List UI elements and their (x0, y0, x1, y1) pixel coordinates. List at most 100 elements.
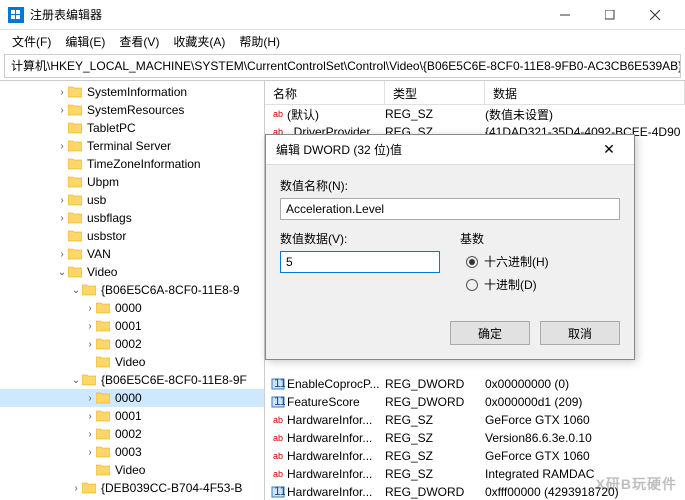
expand-icon[interactable] (84, 411, 96, 422)
cancel-button[interactable]: 取消 (540, 321, 620, 345)
tree-item[interactable]: 0003 (0, 443, 264, 461)
value-type-icon: 110 (269, 485, 287, 499)
tree-item[interactable]: 0002 (0, 425, 264, 443)
tree-label: Terminal Server (87, 139, 171, 153)
value-name: HardwareInfor... (287, 413, 385, 427)
list-row[interactable]: abHardwareInfor...REG_SZVersion86.6.3e.0… (265, 429, 685, 447)
expand-icon[interactable] (56, 249, 68, 260)
tree-label: usbstor (87, 229, 126, 243)
app-icon (8, 7, 24, 23)
tree-item[interactable]: Terminal Server (0, 137, 264, 155)
tree-item[interactable]: {B06E5C6E-8CF0-11E8-9F (0, 371, 264, 389)
folder-icon (68, 139, 84, 153)
tree-item[interactable]: TimeZoneInformation (0, 155, 264, 173)
expand-icon[interactable] (84, 393, 96, 404)
expand-icon[interactable] (84, 447, 96, 458)
tree-item[interactable]: Ubpm (0, 173, 264, 191)
watermark: X研B玩硬件 (596, 474, 677, 494)
value-type: REG_DWORD (385, 485, 485, 499)
tree-item[interactable]: TabletPC (0, 119, 264, 137)
tree-item[interactable]: 0001 (0, 407, 264, 425)
folder-icon (96, 301, 112, 315)
folder-icon (96, 337, 112, 351)
tree-label: {B06E5C6E-8CF0-11E8-9F (101, 373, 247, 387)
value-data-field[interactable] (280, 251, 440, 273)
tree-item[interactable]: 0000 (0, 299, 264, 317)
value-name: (默认) (287, 106, 385, 123)
tree-item[interactable]: 0000 (0, 389, 264, 407)
tree-item[interactable]: usbstor (0, 227, 264, 245)
tree-item[interactable]: Video (0, 353, 264, 371)
value-type-icon: ab (269, 415, 287, 425)
radio-dec[interactable]: 十进制(D) (460, 276, 620, 293)
ok-button[interactable]: 确定 (450, 321, 530, 345)
expand-icon[interactable] (56, 87, 68, 98)
dialog-title: 编辑 DWORD (32 位)值 (276, 141, 594, 158)
expand-icon[interactable] (84, 429, 96, 440)
menu-edit[interactable]: 编辑(E) (59, 31, 111, 52)
folder-icon (68, 265, 84, 279)
folder-icon (96, 319, 112, 333)
folder-icon (68, 85, 84, 99)
maximize-button[interactable] (587, 0, 632, 30)
minimize-button[interactable] (542, 0, 587, 30)
expand-icon[interactable] (84, 303, 96, 314)
address-bar[interactable]: 计算机\HKEY_LOCAL_MACHINE\SYSTEM\CurrentCon… (4, 54, 681, 78)
tree-item[interactable]: 0001 (0, 317, 264, 335)
expand-icon[interactable] (56, 267, 68, 278)
tree-item[interactable]: SystemResources (0, 101, 264, 119)
tree-item[interactable]: Video (0, 461, 264, 479)
dialog-close-button[interactable]: ✕ (594, 141, 624, 158)
tree-item[interactable]: VAN (0, 245, 264, 263)
tree-item[interactable]: Video (0, 263, 264, 281)
tree-label: {DEB039CC-B704-4F53-B (101, 481, 242, 495)
list-row[interactable]: 110FeatureScoreREG_DWORD0x000000d1 (209) (265, 393, 685, 411)
col-header-name[interactable]: 名称 (265, 81, 385, 104)
value-type: REG_SZ (385, 449, 485, 463)
list-row[interactable]: 110EnableCoprocP...REG_DWORD0x00000000 (… (265, 375, 685, 393)
radio-hex[interactable]: 十六进制(H) (460, 253, 620, 270)
col-header-data[interactable]: 数据 (485, 81, 685, 104)
tree-label: Video (87, 265, 117, 279)
list-row[interactable]: abHardwareInfor...REG_SZGeForce GTX 1060 (265, 411, 685, 429)
folder-icon (68, 229, 84, 243)
base-label: 基数 (460, 230, 620, 247)
menu-help[interactable]: 帮助(H) (233, 31, 286, 52)
list-row[interactable]: ab(默认)REG_SZ(数值未设置) (265, 105, 685, 123)
expand-icon[interactable] (70, 375, 82, 386)
folder-icon (68, 157, 84, 171)
folder-icon (82, 481, 98, 495)
menu-file[interactable]: 文件(F) (6, 31, 57, 52)
value-name-field[interactable] (280, 198, 620, 220)
tree-item[interactable]: usb (0, 191, 264, 209)
tree-item[interactable]: {B06E5C6A-8CF0-11E8-9 (0, 281, 264, 299)
value-name-label: 数值名称(N): (280, 177, 620, 194)
tree-label: Video (115, 463, 145, 477)
tree-pane[interactable]: SystemInformationSystemResourcesTabletPC… (0, 81, 265, 500)
radio-hex-label: 十六进制(H) (484, 253, 549, 270)
tree-label: usbflags (87, 211, 132, 225)
tree-item[interactable]: 0002 (0, 335, 264, 353)
value-data: (数值未设置) (485, 106, 685, 123)
col-header-type[interactable]: 类型 (385, 81, 485, 104)
window-title: 注册表编辑器 (30, 6, 542, 23)
value-name: HardwareInfor... (287, 485, 385, 499)
expand-icon[interactable] (56, 195, 68, 206)
tree-item[interactable]: SystemInformation (0, 83, 264, 101)
expand-icon[interactable] (84, 321, 96, 332)
menu-favorites[interactable]: 收藏夹(A) (167, 31, 231, 52)
expand-icon[interactable] (70, 483, 82, 494)
close-button[interactable] (632, 0, 677, 30)
menu-view[interactable]: 查看(V) (113, 31, 165, 52)
folder-icon (96, 391, 112, 405)
expand-icon[interactable] (56, 105, 68, 116)
expand-icon[interactable] (56, 141, 68, 152)
value-data: GeForce GTX 1060 (485, 449, 685, 463)
expand-icon[interactable] (84, 339, 96, 350)
list-row[interactable]: abHardwareInfor...REG_SZGeForce GTX 1060 (265, 447, 685, 465)
value-type-icon: ab (269, 451, 287, 461)
tree-item[interactable]: {DEB039CC-B704-4F53-B (0, 479, 264, 497)
expand-icon[interactable] (56, 213, 68, 224)
expand-icon[interactable] (70, 285, 82, 296)
tree-item[interactable]: usbflags (0, 209, 264, 227)
